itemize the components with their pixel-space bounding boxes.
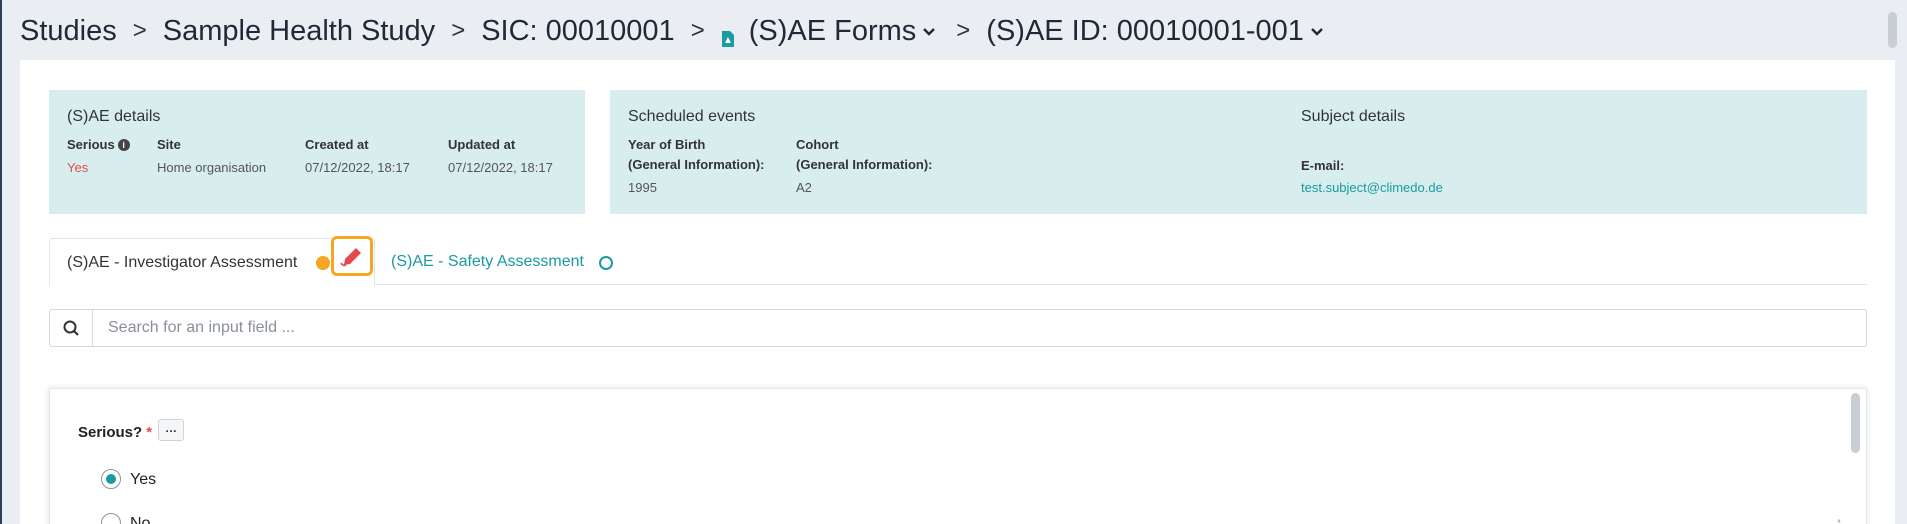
more-options-button[interactable]: … xyxy=(158,419,184,441)
search-input[interactable] xyxy=(94,310,1866,346)
edit-button[interactable] xyxy=(331,236,373,276)
breadcrumb-forms[interactable]: (S)AE Forms xyxy=(749,15,917,48)
created-value: 07/12/2022, 18:17 xyxy=(305,160,410,175)
status-dot-icon xyxy=(316,256,330,270)
required-mark: * xyxy=(146,424,153,441)
updated-label: Updated at xyxy=(448,137,516,152)
search-field xyxy=(49,309,1867,347)
breadcrumb-separator: > xyxy=(451,17,466,44)
email-label: E-mail: xyxy=(1301,158,1345,173)
created-label: Created at xyxy=(305,137,369,152)
breadcrumb-study[interactable]: Sample Health Study xyxy=(163,15,435,48)
serious-value: Yes xyxy=(67,160,89,175)
breadcrumb-separator: > xyxy=(690,17,705,44)
search-icon[interactable] xyxy=(50,310,93,346)
breadcrumb-separator: > xyxy=(956,17,971,44)
page-scrollbar[interactable] xyxy=(1888,12,1897,48)
breadcrumb-sae-id[interactable]: (S)AE ID: 00010001-001 xyxy=(986,15,1304,48)
document-icon xyxy=(721,23,735,47)
serious-label: Serious i xyxy=(67,135,130,155)
radio-no[interactable] xyxy=(101,513,121,524)
question-label: Serious? * xyxy=(78,424,153,441)
info-icon[interactable]: i xyxy=(117,139,130,151)
app-window: Studies > Sample Health Study > SIC: 000… xyxy=(0,0,1907,524)
yob-label: Year of Birth (General Information): xyxy=(628,137,765,172)
cohort-label: Cohort (General Information): xyxy=(796,137,933,172)
assessment-tabs: (S)AE - Investigator Assessment (S)AE - … xyxy=(49,236,1867,286)
tab-label: (S)AE - Investigator Assessment xyxy=(67,254,298,271)
sae-details-title: (S)AE details xyxy=(67,108,161,125)
updated-value: 07/12/2022, 18:17 xyxy=(448,160,553,175)
form-card: Serious? * … Yes No xyxy=(49,388,1867,524)
site-value: Home organisation xyxy=(157,160,267,175)
scheduled-events-title: Scheduled events xyxy=(628,108,756,125)
chevron-down-icon[interactable] xyxy=(922,24,940,42)
email-link[interactable]: test.subject@climedo.de xyxy=(1301,180,1443,195)
breadcrumb-subject[interactable]: SIC: 00010001 xyxy=(481,15,674,48)
sae-details-box: (S)AE details Serious i Yes Site Home org… xyxy=(49,90,585,214)
radio-yes[interactable] xyxy=(101,469,121,489)
cohort-value: A2 xyxy=(796,180,812,195)
tab-investigator-assessment[interactable]: (S)AE - Investigator Assessment xyxy=(49,238,375,286)
breadcrumb-studies[interactable]: Studies xyxy=(20,15,117,48)
chevron-down-icon[interactable] xyxy=(1310,24,1328,42)
subject-details-title: Subject details xyxy=(1301,108,1406,125)
site-label: Site xyxy=(157,137,181,152)
miro-watermark: miro xyxy=(1807,516,1878,524)
main-panel: (S)AE details Serious i Yes Site Home org… xyxy=(20,60,1895,524)
radio-no-label[interactable]: No xyxy=(130,515,150,524)
breadcrumb: Studies > Sample Health Study > SIC: 000… xyxy=(20,12,1328,50)
breadcrumb-separator: > xyxy=(132,17,147,44)
yob-value: 1995 xyxy=(628,180,657,195)
radio-yes-label[interactable]: Yes xyxy=(130,471,156,489)
form-scrollbar[interactable] xyxy=(1851,393,1860,453)
tab-safety-assessment[interactable]: (S)AE - Safety Assessment xyxy=(391,253,584,271)
scheduled-events-box: Scheduled events Year of Birth (General … xyxy=(610,90,1867,214)
status-ring-icon xyxy=(599,256,613,270)
